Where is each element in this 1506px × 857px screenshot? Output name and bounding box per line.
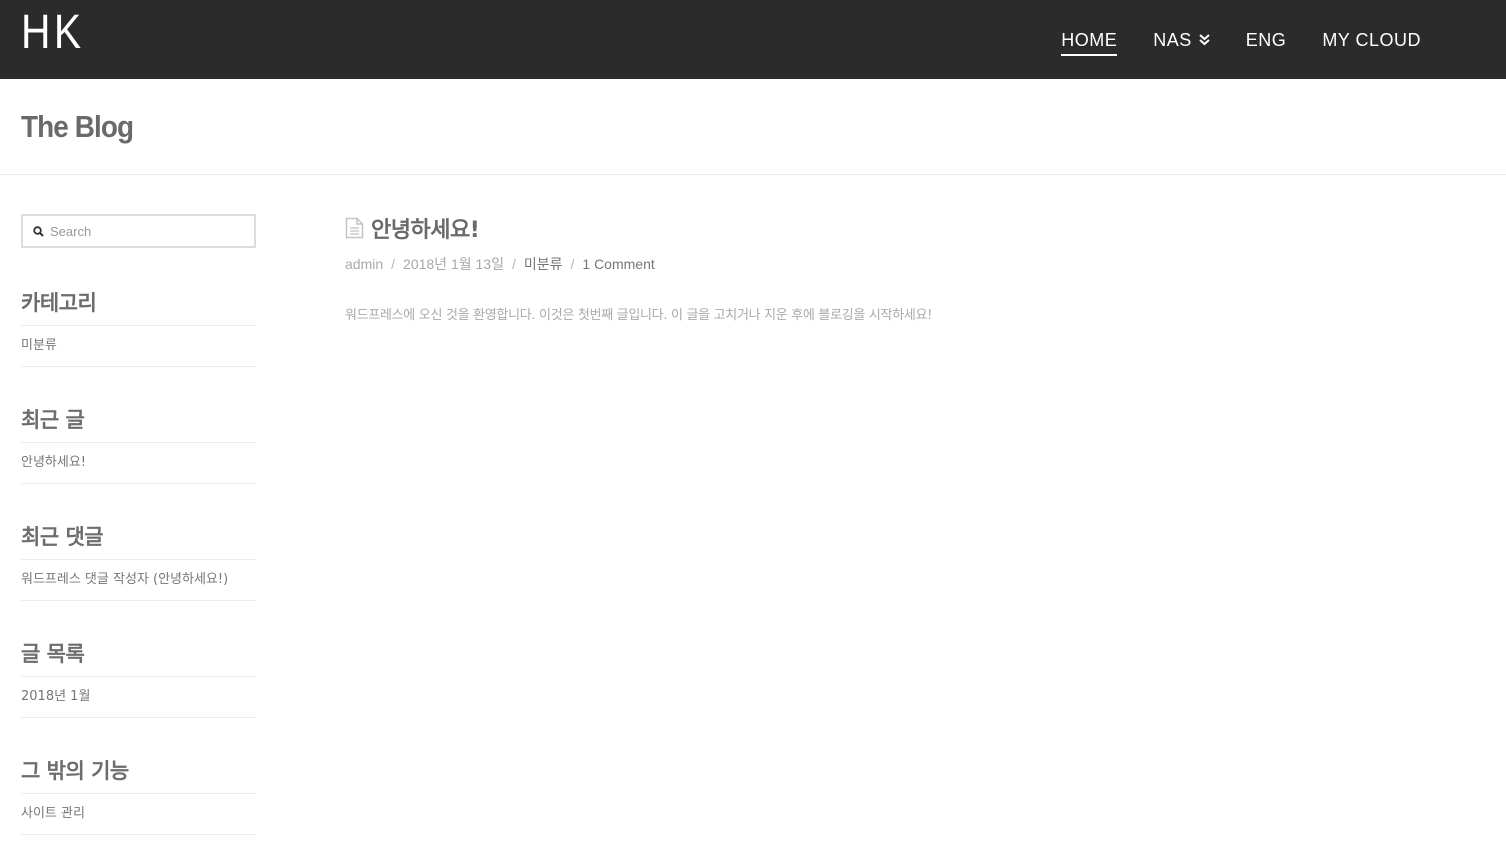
site-admin-link[interactable]: 사이트 관리 xyxy=(21,794,256,835)
main-nav: HOME NAS ENG MY CLOUD xyxy=(1061,0,1421,79)
nav-eng-label: ENG xyxy=(1245,29,1287,50)
widget-meta: 그 밖의 기능 사이트 관리 xyxy=(21,756,256,835)
post-category[interactable]: 미분류 xyxy=(524,254,563,274)
widget-categories: 카테고리 미분류 xyxy=(21,288,256,367)
category-link[interactable]: 미분류 xyxy=(21,326,256,367)
widget-recent-comments: 최근 댓글 워드프레스 댓글 작성자 (안녕하세요!) xyxy=(21,522,256,601)
post-comments-link[interactable]: 1 Comment xyxy=(582,256,654,272)
widget-title: 최근 댓글 xyxy=(21,522,256,560)
nav-nas[interactable]: NAS xyxy=(1153,28,1210,52)
widget-title: 글 목록 xyxy=(21,639,256,677)
archive-link[interactable]: 2018년 1월 xyxy=(21,677,256,718)
widget-title: 최근 글 xyxy=(21,405,256,443)
post-title-row: 안녕하세요! xyxy=(345,212,932,244)
meta-separator: / xyxy=(570,256,575,272)
page-header: The Blog xyxy=(0,79,1506,175)
post-meta: admin / 2018년 1월 13일 / 미분류 / 1 Comment xyxy=(345,254,932,274)
search-input[interactable] xyxy=(50,223,240,239)
widget-title: 그 밖의 기능 xyxy=(21,756,256,794)
widget-title: 카테고리 xyxy=(21,288,256,326)
sidebar: 카테고리 미분류 최근 글 안녕하세요! 최근 댓글 워드프레스 댓글 작성자 … xyxy=(21,214,256,835)
recent-comment-link[interactable]: 워드프레스 댓글 작성자 (안녕하세요!) xyxy=(21,560,256,601)
nav-nas-label: NAS xyxy=(1153,29,1192,50)
recent-post-link[interactable]: 안녕하세요! xyxy=(21,443,256,484)
widget-archives: 글 목록 2018년 1월 xyxy=(21,639,256,718)
meta-separator: / xyxy=(391,256,396,272)
post-title[interactable]: 안녕하세요! xyxy=(371,212,480,244)
post-date[interactable]: 2018년 1월 13일 xyxy=(403,254,504,274)
double-chevron-down-icon xyxy=(1199,33,1210,45)
nav-home[interactable]: HOME xyxy=(1061,28,1118,56)
post-author[interactable]: admin xyxy=(345,256,383,272)
blog-post: 안녕하세요! admin / 2018년 1월 13일 / 미분류 / 1 Co… xyxy=(345,212,932,323)
nav-my-cloud[interactable]: MY CLOUD xyxy=(1322,28,1421,52)
meta-separator: / xyxy=(511,256,516,272)
post-excerpt: 워드프레스에 오신 것을 환영합니다. 이것은 첫번째 글입니다. 이 글을 고… xyxy=(345,308,933,323)
widget-recent-posts: 최근 글 안녕하세요! xyxy=(21,405,256,484)
page-title: The Blog xyxy=(21,109,134,144)
nav-my-cloud-label: MY CLOUD xyxy=(1322,29,1421,50)
nav-eng[interactable]: ENG xyxy=(1246,28,1287,52)
search-box[interactable] xyxy=(21,214,256,248)
top-header: HK HOME NAS ENG MY CLOUD xyxy=(0,0,1506,79)
nav-home-label: HOME xyxy=(1061,29,1118,50)
document-icon xyxy=(345,217,364,239)
search-icon xyxy=(33,225,44,237)
site-logo[interactable]: HK xyxy=(21,6,84,60)
